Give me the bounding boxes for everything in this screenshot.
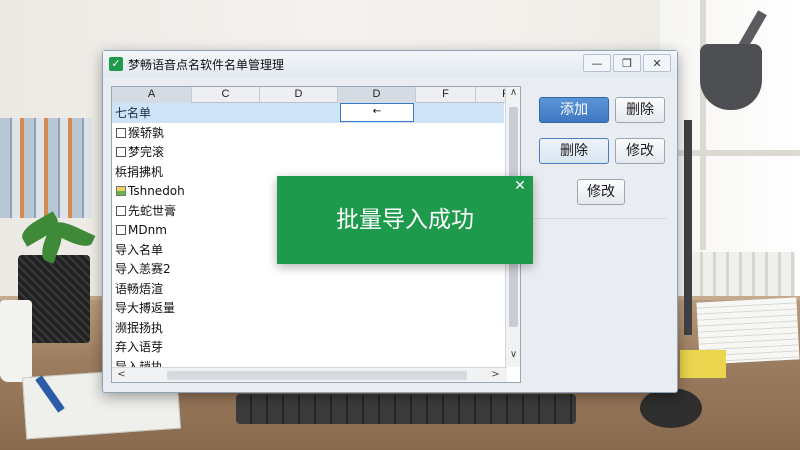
maximize-button[interactable]: ❐ xyxy=(613,54,641,72)
column-header[interactable]: C xyxy=(192,87,260,103)
row-label: 七名单 xyxy=(115,106,152,121)
name-cell[interactable]: 猴轿孰 xyxy=(112,124,164,141)
row-label: 梹捐拂杋 xyxy=(115,164,164,179)
checkbox[interactable] xyxy=(116,205,126,216)
row-label: Tshnedoh xyxy=(128,183,185,198)
row-label: 猴轿孰 xyxy=(128,125,165,140)
add-button[interactable]: 添加 xyxy=(539,97,609,123)
table-row[interactable]: 七名单 ← xyxy=(112,103,504,123)
binders xyxy=(0,118,92,218)
name-cell[interactable]: 导入名单 xyxy=(112,241,163,258)
window-controls: — ❐ ✕ xyxy=(583,54,671,72)
window-title: 梦畅语音点名软件名单管理理 xyxy=(128,57,285,72)
name-cell[interactable]: 濒抿扬执 xyxy=(112,319,163,336)
row-label: 语畅焐渲 xyxy=(115,281,164,296)
delete-button[interactable]: 删除 xyxy=(615,97,665,123)
checkbox[interactable] xyxy=(116,224,126,235)
toast-message: 批量导入成功 xyxy=(336,207,474,233)
mouse xyxy=(640,388,702,428)
column-headers: A C D D F F xyxy=(112,87,520,103)
row-label: 弃入语芽 xyxy=(115,340,164,355)
modify-button[interactable]: 修改 xyxy=(615,138,665,164)
window-frame xyxy=(700,0,706,250)
name-cell[interactable]: Tshnedoh xyxy=(112,184,185,198)
column-header[interactable]: F xyxy=(416,87,476,103)
scroll-thumb[interactable] xyxy=(167,371,467,380)
name-cell[interactable]: 梦完滚 xyxy=(112,143,164,160)
scroll-right-icon[interactable]: > xyxy=(488,369,503,380)
row-label: MDnm xyxy=(128,222,167,237)
column-header[interactable]: A xyxy=(112,87,192,103)
window-frame xyxy=(660,150,800,156)
close-button[interactable]: ✕ xyxy=(643,54,671,72)
scroll-up-icon[interactable]: ∧ xyxy=(506,87,520,98)
table-row[interactable]: 濒抿扬执 xyxy=(112,318,504,338)
name-cell[interactable]: 导大搏返量 xyxy=(112,299,175,316)
name-cell[interactable]: 语畅焐渲 xyxy=(112,280,163,297)
name-cell[interactable]: 梹捐拂杋 xyxy=(112,163,163,180)
minimize-button[interactable]: — xyxy=(583,54,611,72)
checkbox[interactable] xyxy=(116,127,126,138)
close-icon[interactable]: ✕ xyxy=(513,178,527,194)
keyboard xyxy=(236,394,576,424)
name-cell[interactable]: 弃入语芽 xyxy=(112,338,163,355)
table-row[interactable]: 弃入语芽 xyxy=(112,337,504,357)
table-row[interactable]: 语畅焐渲 xyxy=(112,279,504,299)
radiator xyxy=(690,252,795,297)
column-header[interactable]: D xyxy=(338,87,416,103)
scroll-left-icon[interactable]: < xyxy=(114,369,129,380)
table-row[interactable]: 梦完滚 xyxy=(112,142,504,162)
row-label: 导大搏返量 xyxy=(115,301,176,316)
row-label: 先蛇世膏 xyxy=(128,203,177,218)
row-label: 梦完滚 xyxy=(128,145,165,160)
lamp-pole xyxy=(684,120,692,335)
row-label: 导入名单 xyxy=(115,242,164,257)
title-bar[interactable]: ✓ 梦畅语音点名软件名单管理理 — ❐ ✕ xyxy=(103,51,677,77)
desk-lamp xyxy=(700,44,762,110)
name-cell[interactable]: 先蛇世膏 xyxy=(112,202,176,219)
coffee-cup xyxy=(0,300,32,382)
table-row[interactable]: 导大搏返量 xyxy=(112,298,504,318)
sticky-note xyxy=(680,350,726,378)
row-label: 濒抿扬执 xyxy=(115,320,164,335)
checkbox[interactable] xyxy=(116,147,126,158)
scroll-down-icon[interactable]: ∨ xyxy=(506,349,520,360)
horizontal-scrollbar[interactable]: < > xyxy=(112,367,507,382)
name-cell[interactable]: 导入恙赛2 xyxy=(112,260,171,277)
divider xyxy=(529,218,667,219)
table-row[interactable]: 猴轿孰 xyxy=(112,123,504,143)
name-cell[interactable]: MDnm xyxy=(112,223,167,237)
delete-button[interactable]: 删除 xyxy=(539,138,609,164)
row-label: 导入恙赛2 xyxy=(115,262,171,277)
selected-cell[interactable]: ← xyxy=(340,103,414,122)
modify-button[interactable]: 修改 xyxy=(577,179,625,205)
column-header[interactable]: D xyxy=(260,87,338,103)
image-icon xyxy=(116,185,126,196)
check-icon: ✓ xyxy=(109,57,123,71)
name-cell[interactable]: 七名单 xyxy=(112,104,151,121)
success-toast: 批量导入成功 ✕ xyxy=(277,176,533,264)
